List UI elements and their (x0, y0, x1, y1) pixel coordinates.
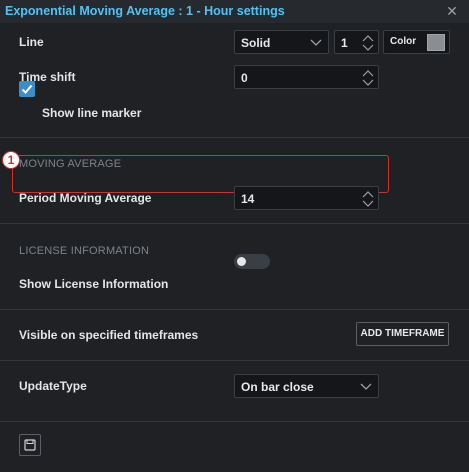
time-shift-input[interactable]: 0 (234, 65, 379, 89)
toggle-knob (237, 257, 246, 266)
dialog-titlebar: Exponential Moving Average : 1 - Hour se… (0, 0, 469, 23)
close-icon[interactable]: ✕ (445, 4, 459, 18)
show-line-marker-label: Show line marker (42, 106, 142, 120)
divider (0, 309, 469, 310)
line-color-button[interactable]: Color (383, 30, 450, 54)
annotation-badge: 1 (2, 151, 20, 169)
floppy-disk-icon (24, 439, 36, 451)
divider (0, 223, 469, 224)
line-label: Line (19, 35, 44, 49)
license-section-title: LICENSE INFORMATION (19, 245, 150, 257)
spinner-arrows-icon[interactable] (362, 189, 374, 209)
update-type-label: UpdateType (19, 379, 87, 393)
line-style-select[interactable]: Solid (234, 30, 329, 54)
period-moving-average-label: Period Moving Average (19, 191, 152, 205)
period-moving-average-input[interactable]: 14 (234, 186, 379, 210)
divider (0, 360, 469, 361)
divider (0, 137, 469, 138)
update-type-select[interactable]: On bar close (234, 374, 379, 398)
divider (0, 421, 469, 422)
spinner-arrows-icon[interactable] (362, 33, 374, 53)
add-timeframe-button[interactable]: ADD TIMEFRAME (356, 322, 449, 346)
check-icon (21, 84, 33, 94)
timeframes-label: Visible on specified timeframes (19, 328, 199, 342)
save-button[interactable] (19, 434, 41, 456)
spinner-arrows-icon[interactable] (362, 68, 374, 88)
chevron-down-icon (310, 39, 322, 46)
show-license-toggle[interactable] (234, 254, 270, 269)
dialog-title: Exponential Moving Average : 1 - Hour se… (5, 4, 285, 18)
chevron-down-icon (360, 383, 372, 390)
line-width-stepper[interactable]: 1 (334, 30, 379, 54)
color-swatch (427, 34, 445, 51)
show-line-marker-checkbox[interactable] (19, 81, 35, 97)
show-license-label: Show License Information (19, 277, 169, 291)
